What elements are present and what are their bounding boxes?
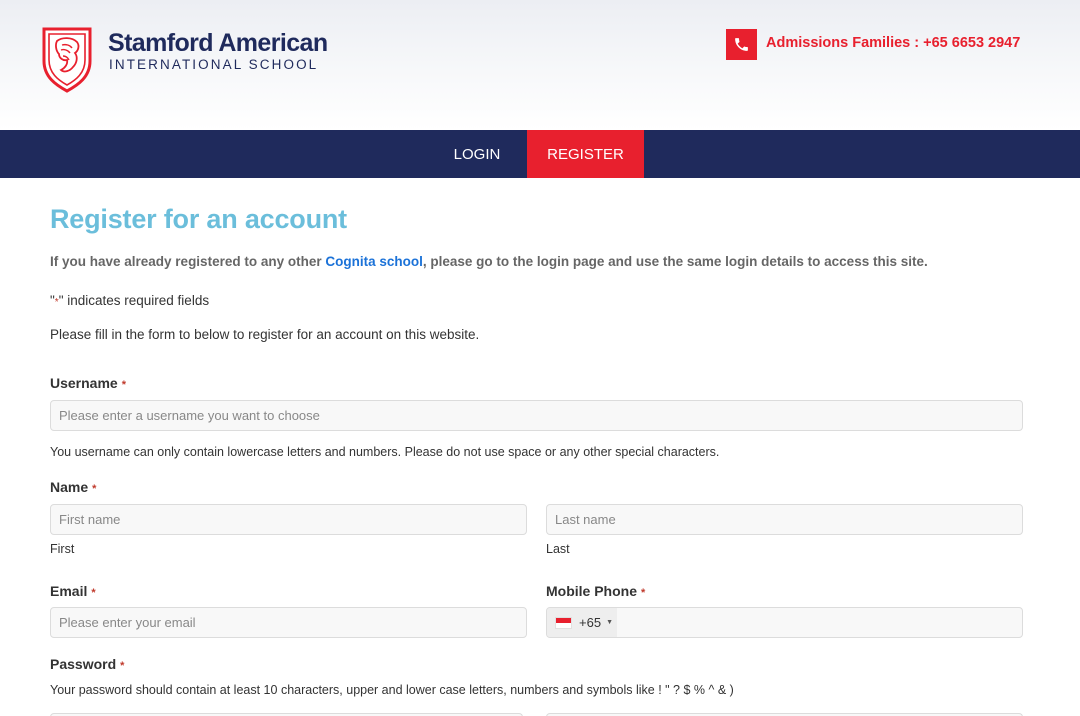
singapore-flag-icon: [555, 616, 572, 629]
site-header: Stamford American INTERNATIONAL SCHOOL A…: [0, 0, 1080, 130]
mobile-phone-label-text: Mobile Phone: [546, 583, 637, 599]
page-title: Register for an account: [50, 204, 347, 234]
logo-subtitle: INTERNATIONAL SCHOOL: [109, 57, 319, 72]
username-label-text: Username: [50, 375, 118, 391]
email-label-text: Email: [50, 583, 88, 599]
username-input[interactable]: [50, 400, 1023, 431]
password-label-text: Password: [50, 656, 117, 672]
caret-down-icon: ▼: [606, 619, 613, 626]
required-marker: *: [121, 379, 126, 391]
username-help: You username can only contain lowercase …: [50, 445, 720, 459]
mobile-phone-label: Mobile Phone *: [546, 583, 645, 599]
required-marker: *: [641, 587, 646, 599]
required-note-close: " indicates required fields: [58, 293, 210, 308]
intro-text-after: , please go to the login page and use th…: [422, 254, 928, 269]
required-marker: *: [91, 587, 96, 599]
required-fields-note: "*" indicates required fields: [50, 293, 209, 308]
name-label: Name *: [50, 479, 96, 495]
phone-icon[interactable]: [726, 29, 757, 60]
username-label: Username *: [50, 375, 126, 391]
password-label: Password *: [50, 656, 124, 672]
intro-text-before: If you have already registered to any ot…: [50, 254, 326, 269]
nav-register-tab[interactable]: REGISTER: [527, 130, 644, 178]
country-code-dropdown[interactable]: +65 ▼: [547, 608, 617, 637]
required-marker: *: [120, 660, 125, 672]
email-label: Email *: [50, 583, 96, 599]
last-name-sublabel: Last: [546, 542, 570, 556]
main-nav: LOGIN REGISTER: [0, 130, 1080, 178]
cognita-school-link[interactable]: Cognita school: [325, 254, 423, 269]
mobile-phone-input[interactable]: [618, 608, 1022, 637]
form-instructions: Please fill in the form to below to regi…: [50, 327, 480, 342]
school-logo[interactable]: Stamford American INTERNATIONAL SCHOOL: [40, 27, 328, 95]
admissions-phone-link[interactable]: Admissions Families : +65 6653 2947: [766, 35, 1020, 51]
first-name-input[interactable]: [50, 504, 527, 535]
mobile-phone-field: +65 ▼: [546, 607, 1023, 638]
phone-glyph-icon: [735, 38, 748, 51]
dial-code: +65: [579, 615, 602, 630]
email-input[interactable]: [50, 607, 527, 638]
password-help: Your password should contain at least 10…: [50, 683, 734, 697]
crest-icon: [42, 27, 92, 93]
intro-text: If you have already registered to any ot…: [50, 254, 928, 269]
last-name-input[interactable]: [546, 504, 1023, 535]
nav-login-tab[interactable]: LOGIN: [428, 130, 526, 178]
first-name-sublabel: First: [50, 542, 75, 556]
name-label-text: Name: [50, 479, 89, 495]
logo-wordmark: Stamford American: [108, 29, 328, 57]
required-marker: *: [92, 483, 97, 495]
